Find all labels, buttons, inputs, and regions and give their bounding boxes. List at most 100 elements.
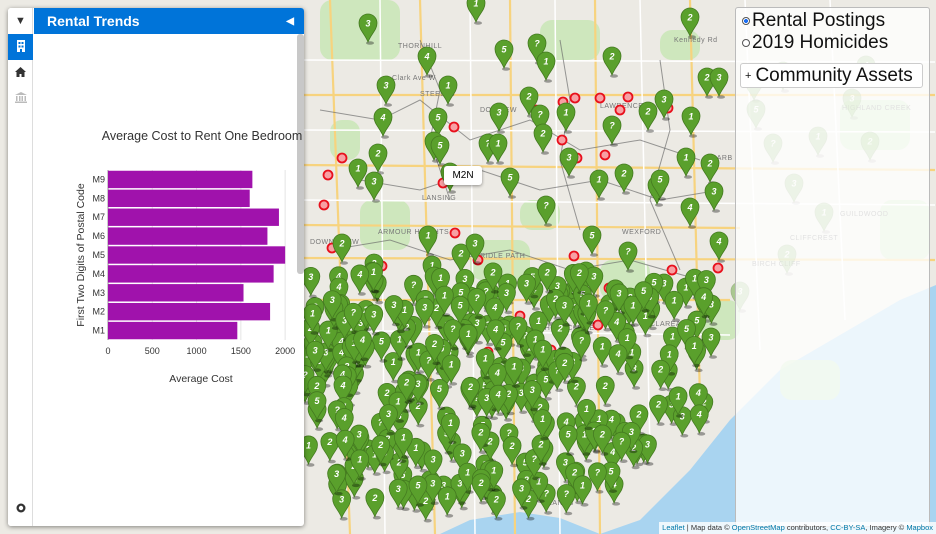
rental-marker: 3	[376, 75, 396, 107]
svg-text:?: ?	[603, 305, 609, 315]
homicide-marker	[448, 121, 460, 133]
rental-marker: 2	[332, 233, 352, 265]
rental-marker: 5	[558, 424, 578, 456]
svg-text:?: ?	[534, 39, 540, 49]
tab-home[interactable]	[8, 60, 33, 86]
tab-filter[interactable]: ▼	[8, 8, 33, 34]
svg-text:2: 2	[537, 439, 543, 449]
y-tick-label: M2	[92, 307, 105, 317]
svg-text:4: 4	[359, 335, 365, 345]
svg-text:1: 1	[445, 81, 450, 91]
svg-text:3: 3	[474, 318, 479, 328]
svg-text:?: ?	[543, 201, 549, 211]
rental-marker: 5	[430, 378, 449, 411]
layer-control: Rental Postings 2019 Homicides + Communi…	[735, 7, 930, 527]
rental-marker: 1	[348, 158, 368, 190]
svg-text:?: ?	[609, 121, 615, 131]
svg-text:2: 2	[655, 400, 661, 410]
rental-marker: 3	[364, 171, 384, 203]
svg-text:1: 1	[326, 326, 331, 336]
rental-marker: 1	[664, 290, 684, 323]
tab-github[interactable]	[8, 496, 33, 522]
rental-marker: ?	[602, 115, 622, 147]
svg-text:3: 3	[708, 333, 713, 343]
radio-rental-postings[interactable]	[742, 17, 750, 25]
svg-text:3: 3	[616, 288, 621, 298]
park-area	[660, 30, 700, 60]
rental-marker: 4	[709, 231, 729, 263]
y-tick-label: M9	[92, 174, 105, 184]
svg-text:?: ?	[474, 293, 480, 303]
rental-marker: 1	[676, 147, 696, 179]
svg-text:3: 3	[371, 309, 376, 319]
svg-text:3: 3	[462, 274, 467, 284]
svg-text:1: 1	[630, 301, 635, 311]
rental-marker: 2	[368, 143, 388, 175]
y-tick-label: M6	[92, 231, 105, 241]
rental-marker: 3	[301, 266, 321, 299]
layer-rental-postings[interactable]: Rental Postings	[742, 10, 885, 32]
y-tick-label: M1	[92, 326, 105, 336]
svg-text:2: 2	[478, 478, 484, 488]
svg-text:3: 3	[661, 95, 666, 105]
leaflet-link[interactable]: Leaflet	[662, 523, 685, 532]
svg-text:1: 1	[306, 440, 311, 450]
svg-text:?: ?	[595, 467, 601, 477]
radio-homicides[interactable]	[742, 39, 750, 47]
svg-text:1: 1	[586, 298, 591, 308]
svg-text:2: 2	[477, 428, 483, 438]
svg-text:2: 2	[635, 409, 641, 419]
rental-marker: 1	[438, 75, 458, 107]
svg-text:1: 1	[688, 112, 693, 122]
svg-text:3: 3	[308, 272, 313, 282]
svg-text:1: 1	[413, 443, 418, 453]
rent-chart: Average Cost to Rent One Bedroom 0 500 1000…	[75, 129, 302, 385]
svg-text:2: 2	[403, 378, 409, 388]
svg-text:1: 1	[371, 267, 376, 277]
license-link[interactable]: CC-BY-SA	[830, 523, 865, 532]
tab-rental[interactable]	[8, 34, 33, 60]
chevron-left-icon[interactable]: ◀	[286, 16, 294, 27]
svg-text:2: 2	[576, 268, 582, 278]
svg-text:3: 3	[334, 469, 339, 479]
rental-marker: 3	[654, 89, 674, 121]
svg-text:4: 4	[423, 52, 429, 62]
svg-text:4: 4	[494, 368, 500, 378]
overlay-community-assets[interactable]: + Community Assets	[740, 63, 923, 88]
svg-text:3: 3	[431, 454, 436, 464]
svg-text:1: 1	[580, 480, 585, 490]
svg-text:2: 2	[557, 324, 563, 334]
homicide-marker	[712, 262, 724, 274]
rental-marker: 3	[704, 181, 724, 213]
svg-text:3: 3	[563, 457, 568, 467]
y-tick-label: M5	[92, 250, 105, 260]
x-tick-label: 1500	[231, 346, 251, 356]
svg-text:3: 3	[386, 409, 391, 419]
svg-text:1: 1	[670, 331, 675, 341]
homicide-marker	[336, 152, 348, 164]
chart-title: Average Cost to Rent One Bedroom	[102, 129, 302, 143]
svg-text:1: 1	[491, 466, 496, 476]
layer-homicides[interactable]: 2019 Homicides	[742, 32, 888, 54]
svg-text:4: 4	[686, 203, 692, 213]
svg-text:1: 1	[465, 468, 470, 478]
sidebar-tabs: ▼	[8, 8, 33, 526]
street	[639, 0, 651, 451]
rental-marker: 4	[689, 404, 709, 436]
svg-text:3: 3	[460, 448, 465, 458]
svg-text:4: 4	[608, 415, 614, 425]
svg-text:?: ?	[564, 489, 570, 499]
svg-text:3: 3	[339, 494, 344, 504]
svg-text:1: 1	[540, 414, 545, 424]
street	[554, 0, 561, 534]
svg-text:3: 3	[504, 288, 509, 298]
svg-text:3: 3	[396, 484, 401, 494]
svg-text:2: 2	[374, 149, 380, 159]
osm-link[interactable]: OpenStreetMap	[732, 523, 785, 532]
map-place-label: THORNHILL	[398, 43, 442, 50]
homicide-marker	[614, 104, 626, 116]
mapbox-link[interactable]: Mapbox	[906, 523, 933, 532]
svg-text:1: 1	[512, 362, 517, 372]
tab-institution[interactable]	[8, 86, 33, 112]
harbour	[440, 512, 600, 534]
